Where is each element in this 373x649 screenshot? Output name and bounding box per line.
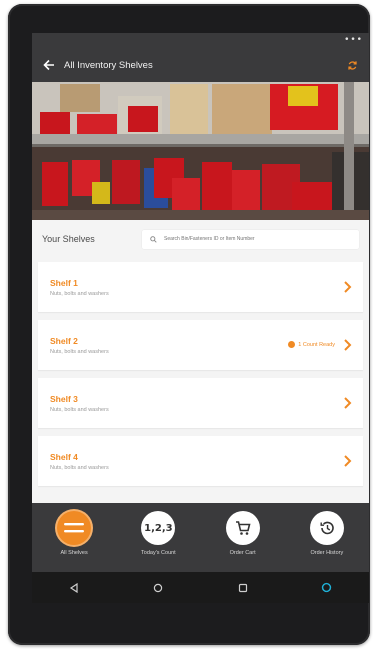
count-ready-badge: 1 Count Ready bbox=[288, 341, 335, 348]
chevron-right-icon bbox=[344, 281, 352, 293]
nav-order-history[interactable]: Order History bbox=[287, 511, 367, 556]
shelf-description: Nuts, bolts and washers bbox=[50, 406, 109, 413]
shelf-list: Shelf 1 Nuts, bolts and washers Shelf 2 … bbox=[32, 262, 369, 486]
nav-icon-circle bbox=[225, 511, 260, 545]
nav-order-cart[interactable]: Order Cart bbox=[203, 511, 283, 556]
shelf-card-1[interactable]: Shelf 1 Nuts, bolts and washers bbox=[38, 262, 363, 312]
nav-label: Today's Count bbox=[141, 550, 176, 556]
search-input[interactable] bbox=[162, 235, 351, 243]
alexa-icon[interactable] bbox=[317, 578, 337, 598]
count-badge-label: 1 Count Ready bbox=[298, 341, 335, 348]
nav-todays-count[interactable]: 1,2,3 Today's Count bbox=[118, 511, 198, 556]
sync-icon[interactable] bbox=[343, 56, 361, 74]
app-bar: All Inventory Shelves bbox=[32, 48, 369, 82]
shelf-card-2[interactable]: Shelf 2 Nuts, bolts and washers 1 Count … bbox=[38, 320, 363, 370]
search-icon bbox=[150, 235, 157, 243]
nav-icon-circle bbox=[309, 511, 344, 545]
nav-icon-circle: 1,2,3 bbox=[141, 511, 176, 545]
shelf-card-4[interactable]: Shelf 4 Nuts, bolts and washers bbox=[38, 436, 363, 486]
nav-label: All Shelves bbox=[60, 550, 88, 556]
shelves-header: Your Shelves bbox=[32, 220, 369, 258]
shelf-description: Nuts, bolts and washers bbox=[50, 348, 109, 355]
shelf-name: Shelf 4 bbox=[50, 451, 78, 462]
chevron-right-icon bbox=[344, 339, 352, 351]
status-icons: ••• bbox=[344, 35, 363, 45]
system-navigation-bar bbox=[32, 572, 369, 603]
tablet-frame: ••• All Inventory Shelves Your Shelves S… bbox=[8, 4, 370, 645]
search-box[interactable] bbox=[142, 229, 359, 249]
hero-shelf-image bbox=[32, 82, 369, 220]
system-recents-icon[interactable] bbox=[233, 578, 253, 598]
nav-label: Order Cart bbox=[229, 550, 256, 556]
shelf-name: Shelf 3 bbox=[50, 393, 78, 404]
bottom-navigation: All Shelves 1,2,3 Today's Count Order Ca… bbox=[32, 503, 369, 572]
status-bar: ••• bbox=[32, 33, 369, 48]
nav-all-shelves[interactable]: All Shelves bbox=[34, 511, 114, 556]
page-title: All Inventory Shelves bbox=[64, 59, 153, 71]
nav-icon-circle bbox=[57, 511, 92, 545]
shelf-card-3[interactable]: Shelf 3 Nuts, bolts and washers bbox=[38, 378, 363, 428]
chevron-right-icon bbox=[344, 455, 352, 467]
chevron-right-icon bbox=[344, 397, 352, 409]
shelf-name: Shelf 1 bbox=[50, 277, 78, 288]
history-icon bbox=[320, 521, 334, 535]
count-dot-icon bbox=[288, 341, 296, 348]
app-screen: ••• All Inventory Shelves Your Shelves S… bbox=[32, 33, 369, 603]
back-arrow-icon[interactable] bbox=[40, 56, 58, 74]
shelf-description: Nuts, bolts and washers bbox=[50, 290, 109, 297]
nav-label: Order History bbox=[310, 550, 344, 556]
section-title: Your Shelves bbox=[42, 234, 95, 244]
cart-icon bbox=[235, 521, 251, 535]
system-home-icon[interactable] bbox=[148, 578, 168, 598]
list-icon bbox=[64, 523, 85, 533]
system-back-icon[interactable] bbox=[64, 578, 84, 598]
shelf-description: Nuts, bolts and washers bbox=[50, 464, 109, 471]
number-icon: 1,2,3 bbox=[144, 522, 173, 534]
